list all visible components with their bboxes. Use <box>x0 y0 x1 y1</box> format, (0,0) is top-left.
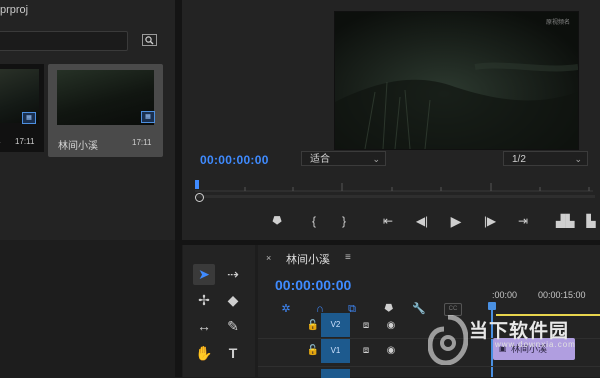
extract-icon[interactable]: ▙ <box>582 212 600 230</box>
video-clip-badge-icon: ▦ <box>22 112 36 124</box>
sync-lock-icon[interactable]: ⧈ <box>359 320 373 332</box>
project-clip-thumbnail[interactable]: ▦ 4 17:11 <box>0 64 44 152</box>
search-icon[interactable] <box>142 33 157 45</box>
sequence-badge-icon: ▦ <box>141 111 155 123</box>
video-watermark: 原视频名 <box>546 17 570 26</box>
program-time-ruler[interactable] <box>195 178 593 192</box>
program-video-frame[interactable]: 原视频名 <box>334 11 579 150</box>
step-back-icon[interactable]: ◀| <box>413 212 431 230</box>
mark-out-icon[interactable]: } <box>335 212 353 230</box>
track-select-tool-icon[interactable]: ⇢ <box>222 264 244 285</box>
close-icon[interactable]: × <box>266 253 271 263</box>
go-to-in-icon[interactable]: ⇤ <box>379 212 397 230</box>
scrub-handle[interactable] <box>195 193 204 202</box>
timeline-ruler-label: 00:00:15:00 <box>538 290 586 300</box>
clip-preview-image <box>57 70 154 125</box>
site-watermark-text: 当下软件园 <box>469 316 569 343</box>
sequence-tab[interactable]: 林间小溪 <box>286 251 330 267</box>
chevron-down-icon: ⌄ <box>574 152 582 167</box>
mark-in-icon[interactable]: { <box>305 212 323 230</box>
track-target-label: V2 <box>331 320 341 329</box>
clip-name: 林间小溪 <box>58 137 98 152</box>
menu-icon[interactable]: ≡ <box>345 252 351 263</box>
razor-tool-icon[interactable]: ◆ <box>222 290 244 311</box>
hand-tool-icon[interactable]: ✋ <box>193 343 215 364</box>
clip-duration: 17:11 <box>132 138 151 147</box>
pen-tool-icon[interactable]: ✎ <box>222 316 244 337</box>
slip-tool-icon[interactable]: ↔ <box>193 316 215 337</box>
site-watermark-url: www.downxia.com <box>495 340 576 349</box>
selection-tool-icon[interactable]: ➤ <box>193 264 215 285</box>
playback-resolution-value: 1/2 <box>512 154 526 165</box>
eye-icon[interactable]: ◉ <box>384 345 398 357</box>
ripple-edit-tool-icon[interactable]: ✢ <box>193 290 215 311</box>
program-scrub-bar[interactable] <box>197 195 595 198</box>
add-marker-icon[interactable]: ⯂ <box>267 212 285 230</box>
panel-divider[interactable] <box>175 0 182 377</box>
program-timecode[interactable]: 00:00:00:00 <box>200 153 269 167</box>
clip-duration: 17:11 <box>15 137 34 146</box>
track-target-v2[interactable]: V2 <box>321 313 350 337</box>
timeline-ruler-label: :00:00 <box>492 290 517 300</box>
site-logo-icon <box>428 315 468 370</box>
track-target-v1[interactable]: V1 <box>321 339 350 363</box>
fit-zoom-value: 适合 <box>310 154 330 165</box>
project-clip-thumbnail-selected[interactable]: ▦ 林间小溪 17:11 <box>48 64 163 157</box>
timeline-timecode[interactable]: 00:00:00:00 <box>275 277 351 293</box>
track-target-label: V1 <box>331 346 341 355</box>
lock-icon[interactable]: 🔓 <box>306 320 320 332</box>
step-forward-icon[interactable]: |▶ <box>481 212 499 230</box>
chevron-down-icon: ⌄ <box>372 152 380 167</box>
go-to-out-icon[interactable]: ⇥ <box>514 212 532 230</box>
eye-icon[interactable]: ◉ <box>384 320 398 332</box>
play-icon[interactable]: ▶ <box>447 212 465 230</box>
type-tool-icon[interactable]: T <box>222 343 244 364</box>
lock-icon[interactable]: 🔓 <box>306 345 320 357</box>
project-search-input[interactable] <box>0 31 128 51</box>
project-title: prproj <box>0 4 28 16</box>
sync-lock-icon[interactable]: ⧈ <box>359 345 373 357</box>
fit-zoom-select[interactable]: 适合 ⌄ <box>301 151 386 166</box>
lift-icon[interactable]: ▟▙ <box>556 212 574 230</box>
playback-resolution-select[interactable]: 1/2 ⌄ <box>503 151 588 166</box>
